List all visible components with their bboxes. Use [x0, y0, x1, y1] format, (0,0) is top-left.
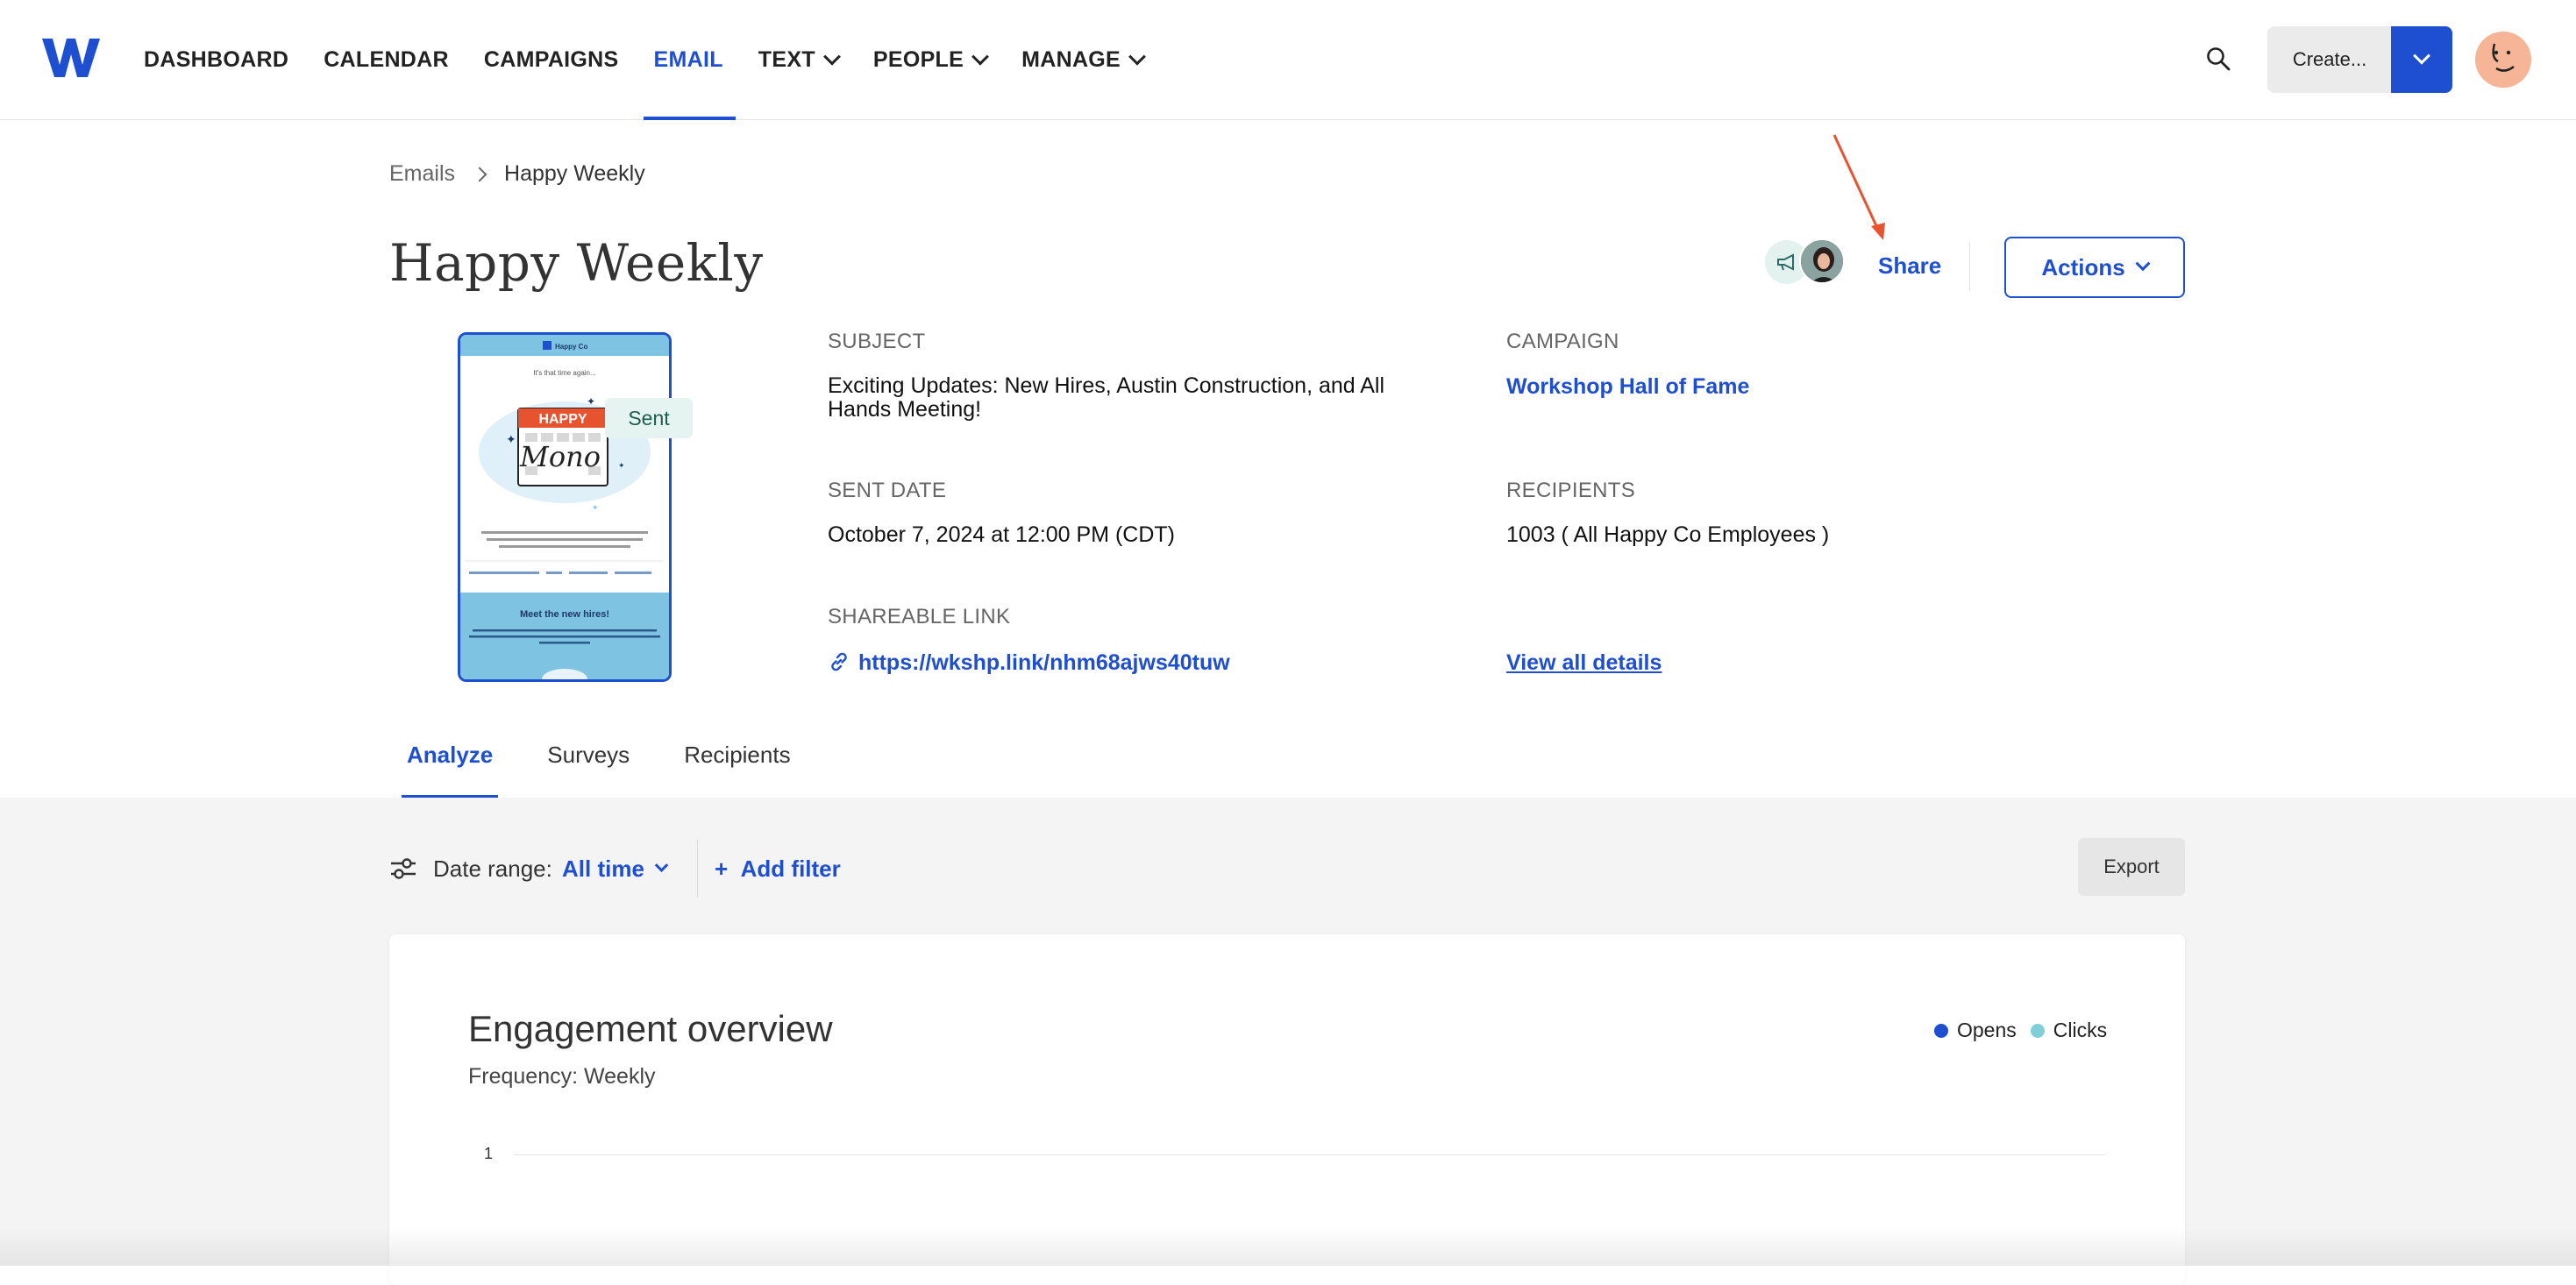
bottom-shadow — [0, 1227, 2576, 1266]
collaborator-avatar[interactable] — [1799, 238, 1845, 284]
chevron-down-icon — [971, 47, 990, 66]
shareable-link-label: SHAREABLE LINK — [828, 605, 1011, 628]
main-nav: DASHBOARD CALENDAR CAMPAIGNS EMAIL TEXT … — [144, 0, 1178, 120]
email-preview-image: Happy Co It's that time again... HAPPY M… — [460, 335, 669, 679]
y-axis-tick: 1 — [484, 1145, 494, 1162]
megaphone-icon — [1777, 253, 1794, 271]
svg-text:HAPPY: HAPPY — [538, 412, 587, 427]
actions-label: Actions — [2041, 253, 2125, 280]
legend-opens: Opens — [1934, 1019, 2017, 1042]
chevron-down-icon — [2135, 256, 2151, 272]
recipients-value: 1003 ( All Happy Co Employees ) — [1506, 522, 1830, 547]
legend-clicks: Clicks — [2030, 1019, 2108, 1042]
svg-text:Meet the new hires!: Meet the new hires! — [520, 609, 609, 620]
chevron-down-icon — [822, 47, 841, 66]
chevron-down-icon — [654, 858, 669, 873]
nav-calendar[interactable]: CALENDAR — [324, 0, 449, 120]
nav-people[interactable]: PEOPLE — [873, 0, 990, 120]
filter-sliders-icon — [391, 858, 416, 879]
recipients-label: RECIPIENTS — [1506, 479, 1636, 502]
svg-text:It's that time again...: It's that time again... — [533, 369, 595, 377]
campaign-link[interactable]: Workshop Hall of Fame — [1506, 374, 1749, 400]
add-filter-button[interactable]: + Add filter — [715, 855, 841, 883]
search-icon[interactable] — [2205, 46, 2231, 72]
actions-button[interactable]: Actions — [2004, 237, 2185, 298]
subject-value: Exciting Updates: New Hires, Austin Cons… — [828, 373, 1385, 422]
top-nav: DASHBOARD CALENDAR CAMPAIGNS EMAIL TEXT … — [0, 0, 2576, 120]
svg-text:Mono: Mono — [519, 440, 601, 473]
engagement-title: Engagement overview — [468, 1008, 833, 1049]
chart-legend: Opens Clicks — [1934, 1019, 2121, 1042]
export-button[interactable]: Export — [2078, 838, 2185, 896]
shareable-link[interactable]: https://wkshp.link/nhm68ajws40tuw — [858, 650, 1230, 676]
view-all-details-link[interactable]: View all details — [1506, 650, 1662, 676]
create-dropdown-button[interactable] — [2391, 26, 2452, 93]
person-photo-icon — [1801, 240, 1843, 282]
annotation-arrow-icon — [1832, 134, 1885, 240]
chart-gridline — [514, 1154, 2106, 1155]
chevron-down-icon — [2413, 46, 2430, 65]
tab-surveys[interactable]: Surveys — [547, 719, 630, 798]
page-title: Happy Weekly — [389, 233, 764, 293]
date-range-value: All time — [562, 855, 644, 882]
sent-status-badge: Sent — [605, 398, 693, 438]
workshop-logo[interactable] — [40, 35, 102, 81]
tab-bar: Analyze Surveys Recipients — [401, 719, 845, 798]
share-button[interactable]: Share — [1878, 252, 1941, 280]
svg-text:✦: ✦ — [506, 432, 516, 446]
nav-dashboard[interactable]: DASHBOARD — [144, 0, 288, 120]
breadcrumb-current: Happy Weekly — [504, 161, 645, 186]
avatar-face-icon — [2475, 32, 2531, 88]
nav-campaigns[interactable]: CAMPAIGNS — [484, 0, 619, 120]
plus-icon: + — [715, 855, 729, 882]
clicks-dot-icon — [2030, 1023, 2045, 1038]
opens-dot-icon — [1934, 1023, 1948, 1038]
add-filter-label: Add filter — [740, 855, 841, 882]
nav-manage[interactable]: MANAGE — [1021, 0, 1146, 120]
tab-recipients[interactable]: Recipients — [684, 719, 790, 798]
sent-date-label: SENT DATE — [828, 479, 947, 502]
date-range-label: Date range: — [433, 855, 552, 882]
campaign-label: CAMPAIGN — [1506, 330, 1619, 353]
email-preview-thumbnail[interactable]: Happy Co It's that time again... HAPPY M… — [458, 332, 672, 682]
legend-clicks-label: Clicks — [2053, 1019, 2108, 1041]
engagement-frequency: Frequency: Weekly — [468, 1064, 656, 1089]
divider — [697, 840, 698, 898]
nav-text[interactable]: TEXT — [758, 0, 841, 120]
user-avatar[interactable] — [2475, 32, 2531, 88]
create-button[interactable]: Create... — [2267, 26, 2392, 93]
chevron-down-icon — [1128, 47, 1146, 66]
svg-text:Happy Co: Happy Co — [555, 343, 587, 351]
breadcrumb: Emails Happy Weekly — [389, 161, 645, 187]
link-icon — [831, 652, 847, 671]
legend-opens-label: Opens — [1957, 1019, 2017, 1041]
tab-analyze[interactable]: Analyze — [401, 719, 499, 798]
subject-label: SUBJECT — [828, 330, 926, 353]
svg-text:✦: ✦ — [618, 461, 625, 470]
divider — [1969, 242, 1970, 291]
chevron-right-icon — [472, 167, 487, 181]
date-range-select[interactable]: All time — [562, 855, 669, 883]
sent-date-value: October 7, 2024 at 12:00 PM (CDT) — [828, 522, 1176, 547]
nav-email[interactable]: EMAIL — [643, 0, 737, 120]
svg-text:✦: ✦ — [587, 395, 595, 408]
breadcrumb-emails-link[interactable]: Emails — [389, 161, 455, 187]
svg-text:✦: ✦ — [592, 503, 599, 512]
